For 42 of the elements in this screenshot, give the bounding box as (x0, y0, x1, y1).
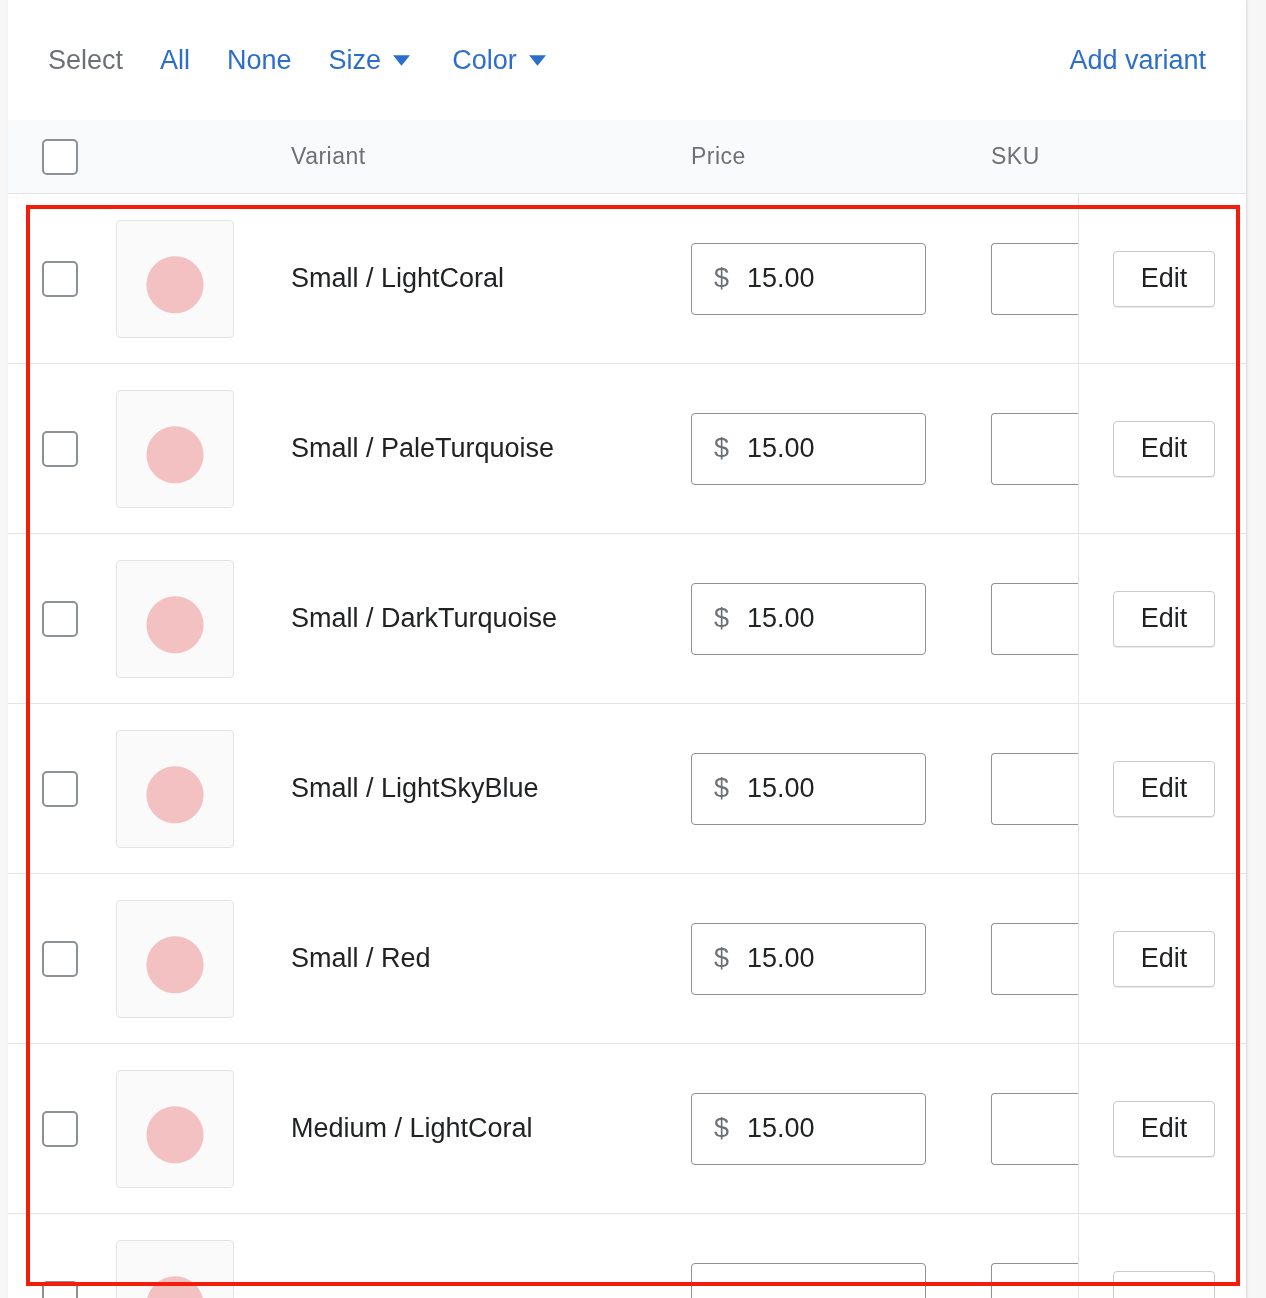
row-checkbox[interactable] (42, 940, 78, 977)
edit-button[interactable]: Edit (1113, 1100, 1215, 1157)
add-variant-link[interactable]: Add variant (1069, 44, 1206, 76)
caret-icon (528, 54, 546, 66)
sku-field[interactable] (991, 582, 1078, 655)
row-checkbox[interactable] (42, 430, 78, 467)
select-all-checkbox[interactable] (42, 138, 78, 175)
edit-button[interactable]: Edit (1113, 420, 1215, 477)
variant-name: Small / LightSkyBlue (291, 773, 539, 803)
sku-field[interactable] (991, 242, 1078, 315)
sku-field[interactable] (991, 412, 1078, 485)
variant-name: Small / LightCoral (291, 263, 505, 293)
price-field[interactable]: $ 15.00 (691, 582, 926, 655)
variant-name: Small / PaleTurquoise (291, 433, 555, 463)
price-field[interactable]: $ 15.00 (691, 1092, 926, 1165)
edit-button[interactable]: Edit (1113, 760, 1215, 817)
select-link[interactable]: All (160, 44, 191, 76)
sku-field[interactable] (991, 1092, 1078, 1165)
row-checkbox[interactable] (42, 600, 78, 637)
row-checkbox[interactable] (42, 260, 78, 297)
sku-field[interactable] (991, 922, 1078, 995)
price-field[interactable]: $ 15.00 (691, 242, 926, 315)
variant-name: Small / Red (291, 943, 431, 973)
edit-button[interactable]: Edit (1113, 930, 1215, 987)
select-label: Select (48, 44, 124, 76)
row-checkbox[interactable] (42, 1110, 78, 1147)
price-field[interactable]: $ 15.00 (691, 412, 926, 485)
price-field[interactable]: $ 15.00 (691, 752, 926, 825)
select-link[interactable]: None (227, 44, 292, 76)
column-header: Variant (291, 143, 366, 169)
price-field[interactable]: $ 15.00 (691, 922, 926, 995)
edit-button[interactable]: Edit (1113, 590, 1215, 647)
variant-name: Medium / LightCoral (291, 1113, 533, 1143)
column-header: SKU (991, 143, 1040, 169)
column-header: Price (691, 143, 746, 169)
edit-button[interactable]: Edit (1113, 250, 1215, 307)
variant-name: Small / DarkTurquoise (291, 603, 558, 633)
filter-dropdown[interactable]: Size (328, 44, 411, 76)
row-checkbox[interactable] (42, 770, 78, 807)
caret-icon (393, 54, 411, 66)
filter-dropdown[interactable]: Color (452, 44, 546, 76)
sku-field[interactable] (991, 752, 1078, 825)
